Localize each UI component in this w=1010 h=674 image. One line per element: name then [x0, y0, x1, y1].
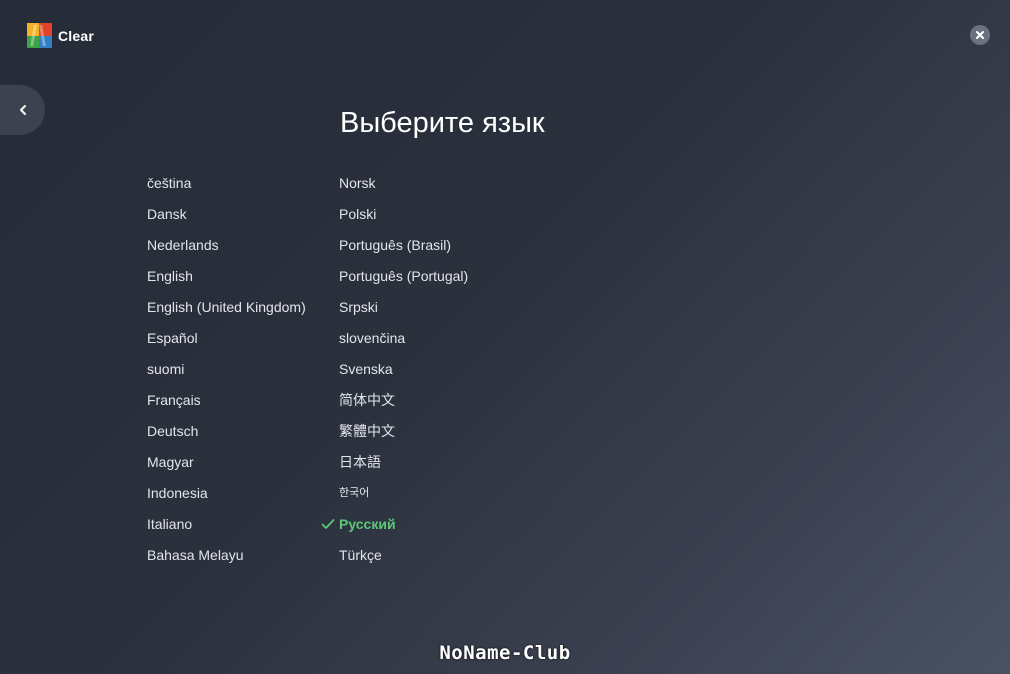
- language-label: Deutsch: [147, 423, 199, 439]
- app-window: Clear Выберите язык čeština Dansk Nederlan…: [0, 0, 1010, 674]
- language-label: Español: [147, 330, 198, 346]
- language-label: 简体中文: [339, 392, 395, 408]
- language-option[interactable]: Indonesia: [147, 478, 306, 509]
- language-label: čeština: [147, 175, 192, 191]
- watermark: NoName-Club: [439, 642, 571, 664]
- language-label: Türkçe: [339, 547, 382, 563]
- language-option[interactable]: Magyar: [147, 447, 306, 478]
- language-option[interactable]: 简体中文: [339, 385, 468, 416]
- language-option[interactable]: Português (Brasil): [339, 230, 468, 261]
- close-icon: [976, 31, 984, 39]
- brand: Clear: [27, 23, 94, 48]
- app-logo: [27, 23, 52, 48]
- language-option[interactable]: Norsk: [339, 168, 468, 199]
- language-column-left: čeština Dansk Nederlands English English (Un…: [147, 168, 306, 571]
- language-label: 繁體中文: [339, 423, 395, 439]
- language-option[interactable]: Italiano: [147, 509, 306, 540]
- language-label: English: [147, 268, 193, 284]
- language-option[interactable]: Español: [147, 323, 306, 354]
- language-label: Dansk: [147, 206, 187, 222]
- language-option[interactable]: 繁體中文: [339, 416, 468, 447]
- language-option[interactable]: čeština: [147, 168, 306, 199]
- language-option[interactable]: Svenska: [339, 354, 468, 385]
- language-label: Português (Brasil): [339, 237, 452, 253]
- language-label: Français: [147, 392, 201, 408]
- language-option[interactable]: slovenčina: [339, 323, 468, 354]
- language-option[interactable]: Türkçe: [339, 540, 468, 571]
- language-label: Bahasa Melayu: [147, 547, 244, 563]
- language-option[interactable]: Nederlands: [147, 230, 306, 261]
- language-label: 한국어: [339, 487, 370, 499]
- language-option[interactable]: Français: [147, 385, 306, 416]
- language-column-right: Norsk Polski Português (Brasil) Português (…: [321, 168, 468, 571]
- language-option[interactable]: Polski: [339, 199, 468, 230]
- language-label: English (United Kingdom): [147, 299, 306, 315]
- checkmark-icon: [321, 519, 335, 529]
- language-label: Nederlands: [147, 237, 219, 253]
- language-label: suomi: [147, 361, 185, 377]
- back-button[interactable]: [0, 85, 45, 135]
- language-option[interactable]: suomi: [147, 354, 306, 385]
- language-label: Srpski: [339, 299, 378, 315]
- language-option[interactable]: English (United Kingdom): [147, 292, 306, 323]
- language-label: Magyar: [147, 454, 194, 470]
- chevron-left-icon: [19, 105, 26, 115]
- language-label: Svenska: [339, 361, 393, 377]
- language-label: Italiano: [147, 516, 193, 532]
- language-option[interactable]: Srpski: [339, 292, 468, 323]
- app-name: Clear: [58, 27, 95, 44]
- language-label: Indonesia: [147, 485, 208, 501]
- language-option[interactable]: Português (Portugal): [339, 261, 468, 292]
- language-label: Русский: [339, 516, 396, 532]
- language-option[interactable]: 日本語: [339, 447, 468, 478]
- close-button[interactable]: [970, 25, 990, 45]
- language-option[interactable]: 한국어: [339, 478, 468, 509]
- language-label: 日本語: [339, 454, 381, 470]
- language-label: Norsk: [339, 175, 376, 191]
- language-label: Polski: [339, 206, 377, 222]
- language-option[interactable]: Dansk: [147, 199, 306, 230]
- language-label: Português (Portugal): [339, 268, 469, 284]
- page-title: Выберите язык: [340, 107, 545, 139]
- language-option[interactable]: Bahasa Melayu: [147, 540, 306, 571]
- language-option-selected[interactable]: Русский: [321, 509, 468, 540]
- language-option[interactable]: English: [147, 261, 306, 292]
- language-option[interactable]: Deutsch: [147, 416, 306, 447]
- language-label: slovenčina: [339, 330, 406, 346]
